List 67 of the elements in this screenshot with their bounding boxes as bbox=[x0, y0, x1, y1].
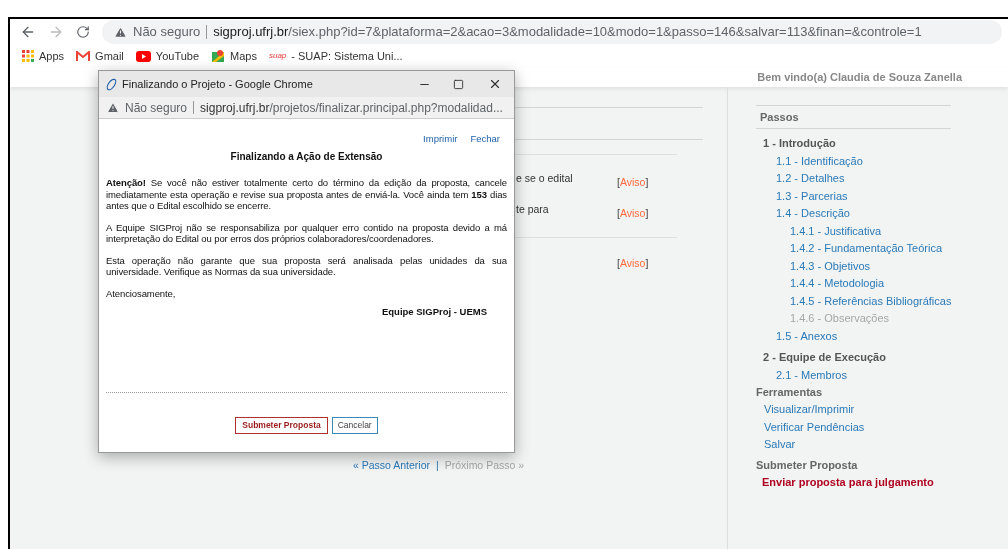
map-pin-icon bbox=[211, 49, 226, 63]
dialog-paragraph: Esta operação não garante que sua proposta será analisada pelas unidades da sua universidade. Verifique as Normas da sua universidade. bbox=[106, 254, 507, 278]
signature: Equipe SIGProj - UEMS bbox=[381, 306, 487, 318]
step-heading[interactable]: 1 - Introdução bbox=[763, 137, 836, 149]
suap-logo-icon: suap bbox=[268, 50, 287, 62]
bookmark[interactable]: YouTube bbox=[135, 47, 200, 65]
tool-link[interactable]: Verificar Pendências bbox=[764, 420, 865, 433]
envelope-m-icon bbox=[76, 50, 91, 62]
section-title: Ferramentas bbox=[756, 385, 824, 400]
maximize-icon[interactable] bbox=[453, 78, 464, 90]
step-heading[interactable]: 2 - Equipe de Execução bbox=[763, 351, 886, 363]
play-icon bbox=[135, 50, 151, 62]
cancel-button[interactable]: Cancelar bbox=[331, 417, 378, 434]
sidebar-title: Passos bbox=[760, 109, 799, 125]
step-link[interactable]: 1.4 - Descrição bbox=[776, 207, 850, 219]
bookmark[interactable]: Gmail bbox=[76, 47, 124, 65]
security-label: Não seguro bbox=[133, 23, 201, 42]
bookmark[interactable]: Maps bbox=[211, 47, 257, 65]
step-link[interactable]: 1.3 - Parcerias bbox=[776, 189, 848, 202]
step-link[interactable]: 1.1 - Identificação bbox=[776, 154, 863, 167]
dialog-paragraph: Atenciosamente, bbox=[106, 287, 177, 299]
tool-link[interactable]: Salvar bbox=[764, 438, 796, 450]
bookmark[interactable]: suap - SUAP: Sistema Uni... bbox=[268, 47, 403, 65]
previous-step-link[interactable]: « Passo Anterior bbox=[352, 458, 430, 474]
reload-icon[interactable] bbox=[76, 25, 90, 39]
close-link[interactable]: Fechar bbox=[470, 133, 500, 145]
dialog-paragraph: Atenção! Se você não estiver totalmente certo do término da edição da proposta, cancele imediatamente esta operação e revise sua proposta antes de enviá-la. Você ainda tem 153 dias antes que o Edital escolhido se encerre. bbox=[106, 177, 507, 212]
step-link[interactable]: 1.4.2 - Fundamentação Teórica bbox=[790, 242, 943, 254]
nav-separator: | bbox=[435, 458, 439, 473]
print-link[interactable]: Imprimir bbox=[423, 133, 458, 145]
aviso-link[interactable]: [Aviso] bbox=[617, 256, 649, 283]
warning-icon bbox=[114, 25, 127, 39]
welcome-text: Bem vindo(a) Claudia de Souza Zanella bbox=[757, 69, 962, 85]
dialog-paragraph: A Equipe SIGProj não se responsabiliza por qualquer erro contido na proposta devido a má interpretação do Edital ou por erros dos próprios colaboradores/coordenadores. bbox=[106, 221, 507, 245]
url-text: sigproj.ufrj.br/siex.php?id=7&plataforma=2&acao=3&modalidade=10&modo=1&passo=146&salvar=113&finan=&controle=1 bbox=[213, 23, 922, 42]
bracket: [ bbox=[617, 257, 620, 269]
bracket: [ bbox=[617, 207, 620, 219]
form-text: e se o edital bbox=[516, 172, 573, 184]
apps-grid-icon bbox=[22, 50, 34, 62]
bracket: ] bbox=[645, 257, 649, 269]
section-title: Submeter Proposta bbox=[756, 457, 859, 473]
step-link[interactable]: 2.1 - Membros bbox=[776, 368, 847, 381]
aviso-link[interactable]: [Aviso] bbox=[617, 206, 649, 233]
bracket: ] bbox=[645, 176, 649, 188]
step-link[interactable]: 1.4.1 - Justificativa bbox=[790, 224, 882, 237]
security-label: Não seguro bbox=[125, 99, 188, 117]
aviso-link[interactable]: [Aviso] bbox=[617, 175, 649, 202]
window-title: Finalizando o Projeto - Google Chrome bbox=[122, 76, 314, 92]
step-link[interactable]: 1.4.5 - Referências Bibliográficas bbox=[790, 294, 952, 307]
close-icon[interactable] bbox=[488, 77, 502, 91]
bookmark[interactable]: Apps bbox=[22, 47, 65, 65]
submit-button[interactable]: Submeter Proposta bbox=[235, 417, 328, 434]
step-link[interactable]: 1.4.3 - Objetivos bbox=[790, 259, 871, 272]
submit-link[interactable]: Enviar proposta para julgamento bbox=[762, 475, 934, 488]
url-text: sigproj.ufrj.br/projetos/finalizar.principal.php?modalidad... bbox=[200, 99, 503, 117]
dialog-heading: Finalizando a Ação de Extensão bbox=[229, 150, 384, 162]
app-logo-icon bbox=[105, 77, 118, 91]
back-icon[interactable] bbox=[20, 24, 36, 40]
form-text: te para bbox=[516, 203, 549, 215]
bracket: [ bbox=[617, 176, 620, 188]
step-link[interactable]: 1.4.4 - Metodologia bbox=[790, 277, 885, 289]
step-link[interactable]: 1.2 - Detalhes bbox=[776, 172, 845, 184]
tool-link[interactable]: Visualizar/Imprimir bbox=[764, 403, 855, 415]
step-link[interactable]: 1.5 - Anexos bbox=[776, 329, 838, 342]
warning-icon bbox=[107, 101, 119, 114]
address-bar[interactable]: Não seguro sigproj.ufrj.br/siex.php?id=7&plataforma=2&acao=3&modalidade=10&modo=1&passo=146&salvar=113&finan=&controle=1 bbox=[102, 20, 1002, 44]
bracket: ] bbox=[645, 207, 649, 219]
